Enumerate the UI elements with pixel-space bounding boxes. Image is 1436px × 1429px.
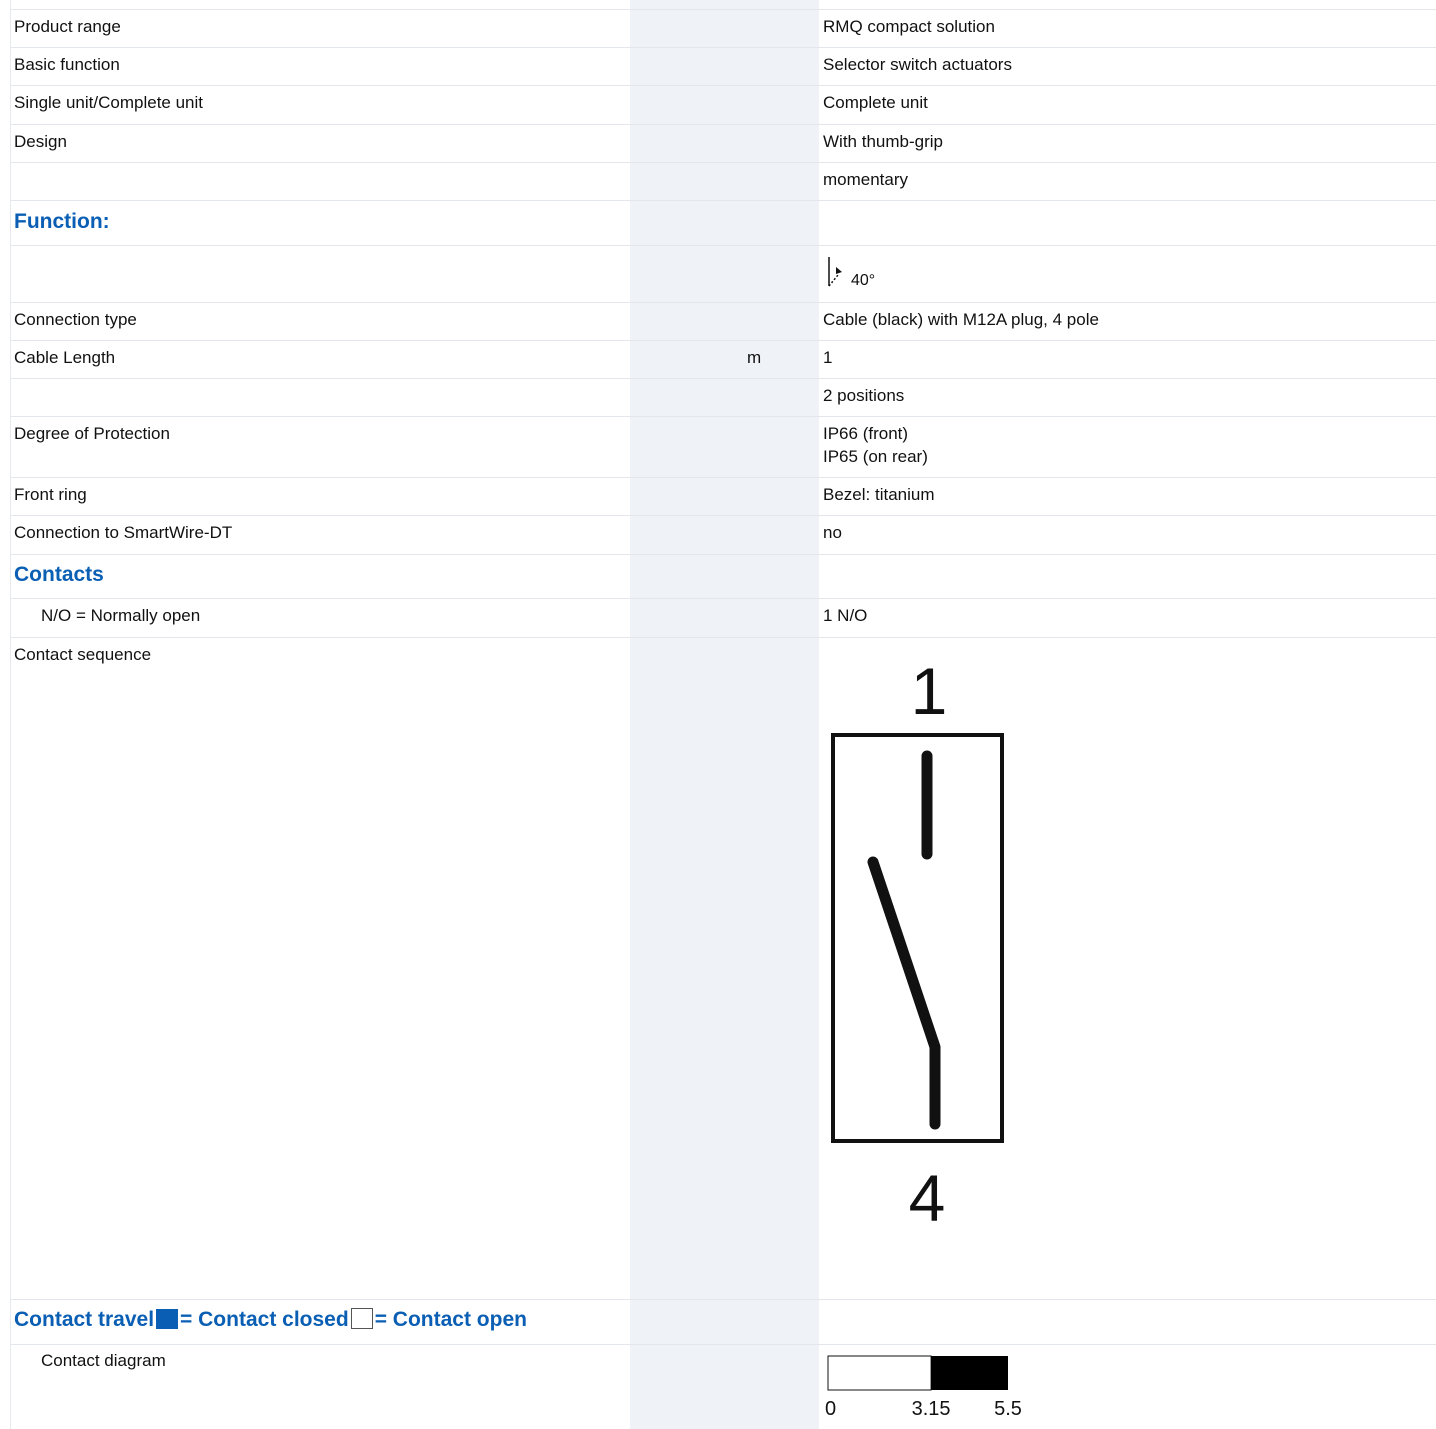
row-label: Degree of Protection: [14, 424, 170, 443]
row-value: With thumb-grip: [823, 132, 943, 151]
travel-tick-label: 3.15: [912, 1398, 951, 1420]
table-row: Connection type Cable (black) with M12A …: [11, 303, 1436, 341]
table-row: 40°: [11, 246, 1436, 303]
row-label: Contact diagram: [41, 1351, 166, 1370]
row-value: no: [823, 523, 842, 542]
travel-tick-label: 5.5: [994, 1398, 1022, 1420]
open-segment: [827, 1355, 932, 1391]
row-label: Cable Length: [14, 348, 116, 367]
row-value: 2 positions: [823, 386, 905, 405]
row-value: Complete unit: [823, 93, 928, 112]
terminal-number-bottom: 4: [909, 1161, 946, 1235]
moving-contact: [867, 856, 941, 1130]
row-value: Cable (black) with M12A plug, 4 pole: [823, 310, 1099, 329]
row-unit: m: [747, 348, 762, 367]
contact-legend: Contact travel = Contact closed = Contact …: [14, 1307, 527, 1333]
row-value: 1 N/O: [823, 606, 868, 625]
row-label: Connection to SmartWire-DT: [14, 523, 233, 542]
table-row: Front ring Bezel: titanium: [11, 478, 1436, 516]
table-row: N/O = Normally open 1 N/O: [11, 599, 1436, 638]
contact-box: [831, 733, 1004, 1143]
row-label: Single unit/Complete unit: [14, 93, 204, 112]
section-heading-function: Function:: [14, 210, 110, 233]
legend-closed-label: = Contact closed: [180, 1308, 349, 1331]
legend-open-label: = Contact open: [374, 1308, 527, 1331]
table-row: momentary: [11, 163, 1436, 201]
datasheet-page: Product range RMQ compact solution Basic…: [10, 0, 1436, 1429]
table-row: Contact diagram 0 3.15 5.5: [11, 1345, 1436, 1429]
table-row: 2 positions: [11, 379, 1436, 417]
row-label: Contact sequence: [14, 645, 152, 664]
table-row: Degree of Protection IP66 (front) IP65 (…: [11, 417, 1436, 478]
row-value: Selector switch actuators: [823, 55, 1012, 74]
table-row: Design With thumb-grip: [11, 125, 1436, 163]
legend-prefix: Contact travel: [14, 1308, 155, 1331]
table-row: Basic function Selector switch actuators: [11, 48, 1436, 86]
row-label: Front ring: [14, 485, 87, 504]
contact-travel-diagram: 0 3.15 5.5: [825, 1355, 1022, 1420]
closed-segment: [931, 1356, 1008, 1390]
row-label: Design: [14, 132, 67, 151]
contact-open-swatch: [350, 1308, 373, 1329]
contact-closed-swatch: [156, 1309, 179, 1329]
contact-sequence-diagram: 1 4: [831, 654, 1004, 1235]
travel-tick-label: 0: [825, 1398, 836, 1420]
row-label: Basic function: [14, 55, 120, 74]
table-row: Contact sequence 1 4: [11, 638, 1436, 1300]
table-row: Product range RMQ compact solution: [11, 10, 1436, 48]
table-row: Cable Length m 1: [11, 341, 1436, 379]
section-heading-row: Contact travel = Contact closed = Contact …: [11, 1300, 1436, 1345]
row-label: Connection type: [14, 310, 137, 329]
row-value: RMQ compact solution: [823, 17, 995, 36]
terminal-number-top: 1: [911, 654, 948, 728]
row-label: N/O = Normally open: [41, 606, 201, 625]
table-row: Connection to SmartWire-DT no: [11, 516, 1436, 555]
section-heading-row: Function:: [11, 201, 1436, 246]
table-row: Single unit/Complete unit Complete unit: [11, 86, 1436, 125]
row-value: Bezel: titanium: [823, 485, 935, 504]
row-label: Product range: [14, 17, 121, 36]
selector-angle-icon: [828, 257, 842, 287]
section-heading-row: Contacts: [11, 555, 1436, 599]
angle-value: 40°: [851, 272, 876, 289]
row-value: momentary: [823, 170, 909, 189]
row-value-secondary: IP65 (on rear): [823, 447, 928, 466]
row-value: IP66 (front): [823, 424, 909, 443]
row-value: 1: [823, 348, 833, 367]
section-heading-contacts: Contacts: [14, 563, 104, 586]
